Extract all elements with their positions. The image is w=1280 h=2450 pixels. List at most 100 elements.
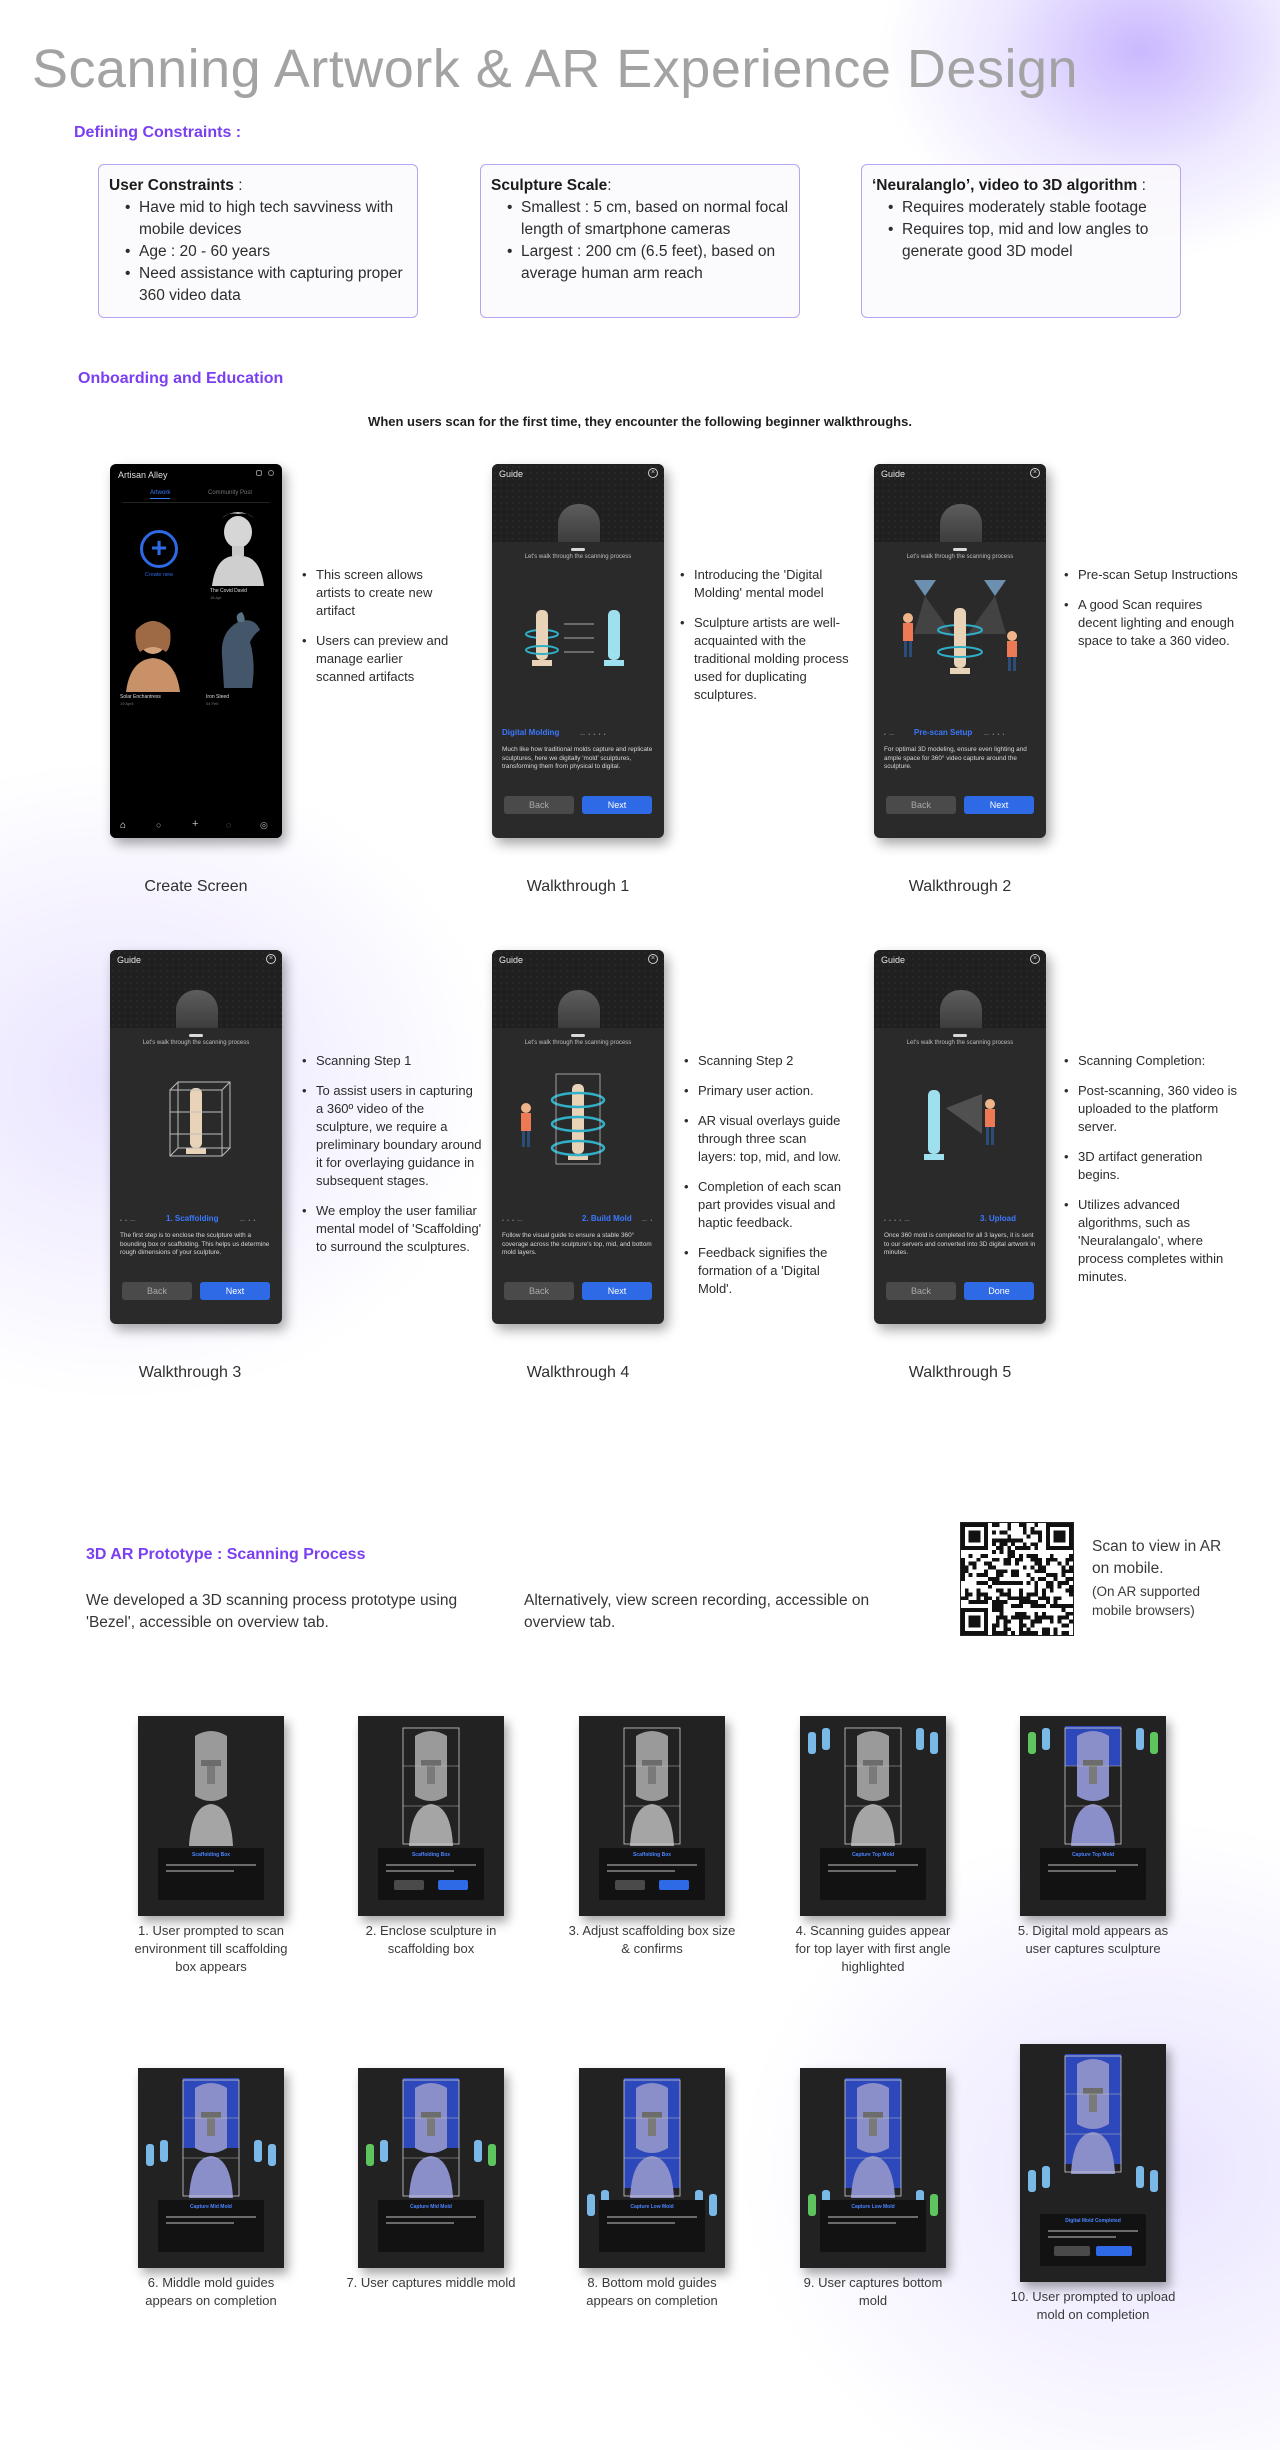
bottom-tab-bar: ⌂ ○ + ◌ ◎	[110, 814, 282, 838]
panel-title: Scaffolding Box	[191, 1852, 231, 1858]
prototype-step-caption: 6. Middle mold guides appears on complet…	[145, 2275, 277, 2308]
prototype-panel: Capture Top Mold	[1040, 1848, 1146, 1900]
step-label: 2. Build Mold	[582, 1214, 632, 1223]
enchantress-bust-image[interactable]	[120, 612, 186, 692]
walkthrough-1-phone: Guide × Let's walk through the scanning p…	[492, 464, 664, 838]
constraint-item: Need assistance with capturing proper 36…	[125, 263, 407, 307]
card-title: Sculpture Scale	[491, 177, 608, 194]
chat-icon[interactable]: ◌	[226, 820, 231, 830]
home-icon[interactable]: ⌂	[120, 820, 126, 831]
tab-artwork[interactable]: Artwork	[150, 490, 171, 499]
close-icon[interactable]: ×	[266, 954, 276, 964]
search-icon[interactable]	[256, 470, 262, 476]
back-button[interactable]: Back	[886, 1282, 956, 1300]
walkthrough-4-phone: Guide × Let's walk through the scanning p…	[492, 950, 664, 1324]
close-icon[interactable]: ×	[648, 954, 658, 964]
guide-label: Guide	[881, 469, 906, 479]
note-item: AR visual overlays guide through three s…	[684, 1112, 844, 1166]
back-button[interactable]: Back	[504, 1282, 574, 1300]
next-button[interactable]: Next	[582, 1282, 652, 1300]
note-item: Completion of each scan part provides vi…	[684, 1178, 844, 1232]
scaffolding-illustration	[169, 1081, 231, 1157]
prototype-step-caption: 2. Enclose sculpture in scaffolding box	[365, 1923, 497, 1956]
note-item: Feedback signifies the formation of a 'D…	[684, 1244, 844, 1298]
prototype-step-frame: Capture Top Mold	[1020, 1716, 1166, 1916]
walkthrough-4-caption: Walkthrough 4	[526, 1364, 630, 1381]
panel-secondary-button[interactable]	[615, 1880, 645, 1890]
card-title: ‘Neuralanglo’, video to 3D algorithm	[872, 177, 1138, 194]
panel-primary-button[interactable]	[1096, 2246, 1132, 2256]
prototype-text-right: Alternatively, view screen recording, ac…	[524, 1592, 870, 1631]
moai-sculpture	[623, 2078, 681, 2198]
constraint-item: Requires top, mid and low angles to gene…	[888, 219, 1170, 263]
walkthrough-2-phone: Guide × Let's walk through the scanning p…	[874, 464, 1046, 838]
panel-title: Capture Top Mold	[851, 1852, 895, 1858]
prototype-step-caption: 9. User captures bottom mold	[803, 2275, 943, 2308]
create-screen-phone: Artisan Alley Artwork Community Post + C…	[110, 464, 282, 838]
walkthrough-4-notes: Scanning Step 2 Primary user action. AR …	[684, 1052, 844, 1310]
prototype-panel: Capture Top Mold	[820, 1848, 926, 1900]
david-bust-image[interactable]	[208, 510, 268, 586]
walkthrough-1-caption: Walkthrough 1	[526, 878, 630, 895]
prototype-step-frame: Capture Low Mold	[800, 2068, 946, 2268]
moai-sculpture	[623, 1727, 681, 1846]
add-icon[interactable]: +	[192, 818, 198, 830]
prototype-step-caption: 7. User captures middle mold	[346, 2275, 516, 2290]
close-icon[interactable]: ×	[1030, 468, 1040, 478]
prototype-step-caption: 3. Adjust scaffolding box size & confirm…	[568, 1923, 736, 1956]
panel-title: Scaffolding Box	[632, 1852, 672, 1858]
qr-note: (On AR supported mobile browsers)	[1092, 1584, 1201, 1618]
note-item: Scanning Step 2	[684, 1052, 844, 1070]
app-name: Artisan Alley	[118, 470, 168, 480]
note-item: Sculpture artists are well-acquainted wi…	[680, 614, 860, 704]
prototype-step-frame: Scaffolding Box	[358, 1716, 504, 1916]
close-icon[interactable]: ×	[648, 468, 658, 478]
prototype-step-frame: Capture Mid Mold	[138, 2068, 284, 2268]
prototype-step-frame: Capture Low Mold	[579, 2068, 725, 2268]
panel-title: Capture Mid Mold	[190, 2204, 232, 2210]
qr-code[interactable]	[960, 1522, 1074, 1636]
search-icon[interactable]: ○	[156, 820, 161, 830]
profile-icon[interactable]: ◎	[260, 820, 268, 831]
create-new-button[interactable]: +	[140, 530, 178, 568]
iron-steed-image[interactable]	[204, 612, 270, 692]
back-button[interactable]: Back	[504, 796, 574, 814]
prototype-text-left: We developed a 3D scanning process proto…	[86, 1592, 458, 1631]
constraints-heading: Defining Constraints :	[74, 124, 242, 141]
prototype-step-caption: 8. Bottom mold guides appears on complet…	[586, 2275, 718, 2308]
qr-caption: Scan to view in AR on mobile. (On AR sup…	[1092, 1536, 1232, 1620]
panel-primary-button[interactable]	[659, 1880, 689, 1890]
close-icon[interactable]: ×	[1030, 954, 1040, 964]
create-screen-notes: This screen allows artists to create new…	[302, 566, 452, 698]
walkthrough-intro: Let's walk through the scanning process	[524, 1040, 632, 1046]
prototype-panel: Digital Mold Completed	[1040, 2214, 1146, 2266]
note-item: We employ the user familiar mental model…	[302, 1202, 482, 1256]
constraint-item: Requires moderately stable footage	[888, 197, 1170, 219]
next-button[interactable]: Next	[200, 1282, 270, 1300]
card-title-suffix: :	[1137, 177, 1146, 194]
next-button[interactable]: Next	[964, 796, 1034, 814]
tab-community-post[interactable]: Community Post	[208, 490, 252, 496]
profile-icon[interactable]	[268, 470, 274, 476]
constraint-item: Have mid to high tech savviness with mob…	[125, 197, 407, 241]
back-button[interactable]: Back	[122, 1282, 192, 1300]
page-title: Scanning Artwork & AR Experience Design	[32, 39, 1079, 99]
walkthrough-5-caption: Walkthrough 5	[908, 1364, 1012, 1381]
back-button[interactable]: Back	[886, 796, 956, 814]
panel-secondary-button[interactable]	[394, 1880, 424, 1890]
step-label: 3. Upload	[980, 1214, 1017, 1223]
walkthrough-1-notes: Introducing the 'Digital Molding' mental…	[680, 566, 860, 716]
done-button[interactable]: Done	[964, 1282, 1034, 1300]
panel-secondary-button[interactable]	[1054, 2246, 1090, 2256]
card-title-suffix: :	[233, 177, 243, 194]
next-button[interactable]: Next	[582, 796, 652, 814]
scan-guides	[366, 2140, 496, 2166]
card-title-suffix: :	[607, 177, 612, 194]
scan-guides	[808, 1728, 938, 1754]
walkthrough-intro: Let's walk through the scanning process	[142, 1040, 250, 1046]
moai-sculpture	[402, 1727, 460, 1846]
step-label: Pre-scan Setup	[914, 728, 973, 737]
panel-primary-button[interactable]	[438, 1880, 468, 1890]
note-item: Utilizes advanced algorithms, such as 'N…	[1064, 1196, 1244, 1286]
artwork-meta: 18 Apr	[210, 595, 222, 600]
